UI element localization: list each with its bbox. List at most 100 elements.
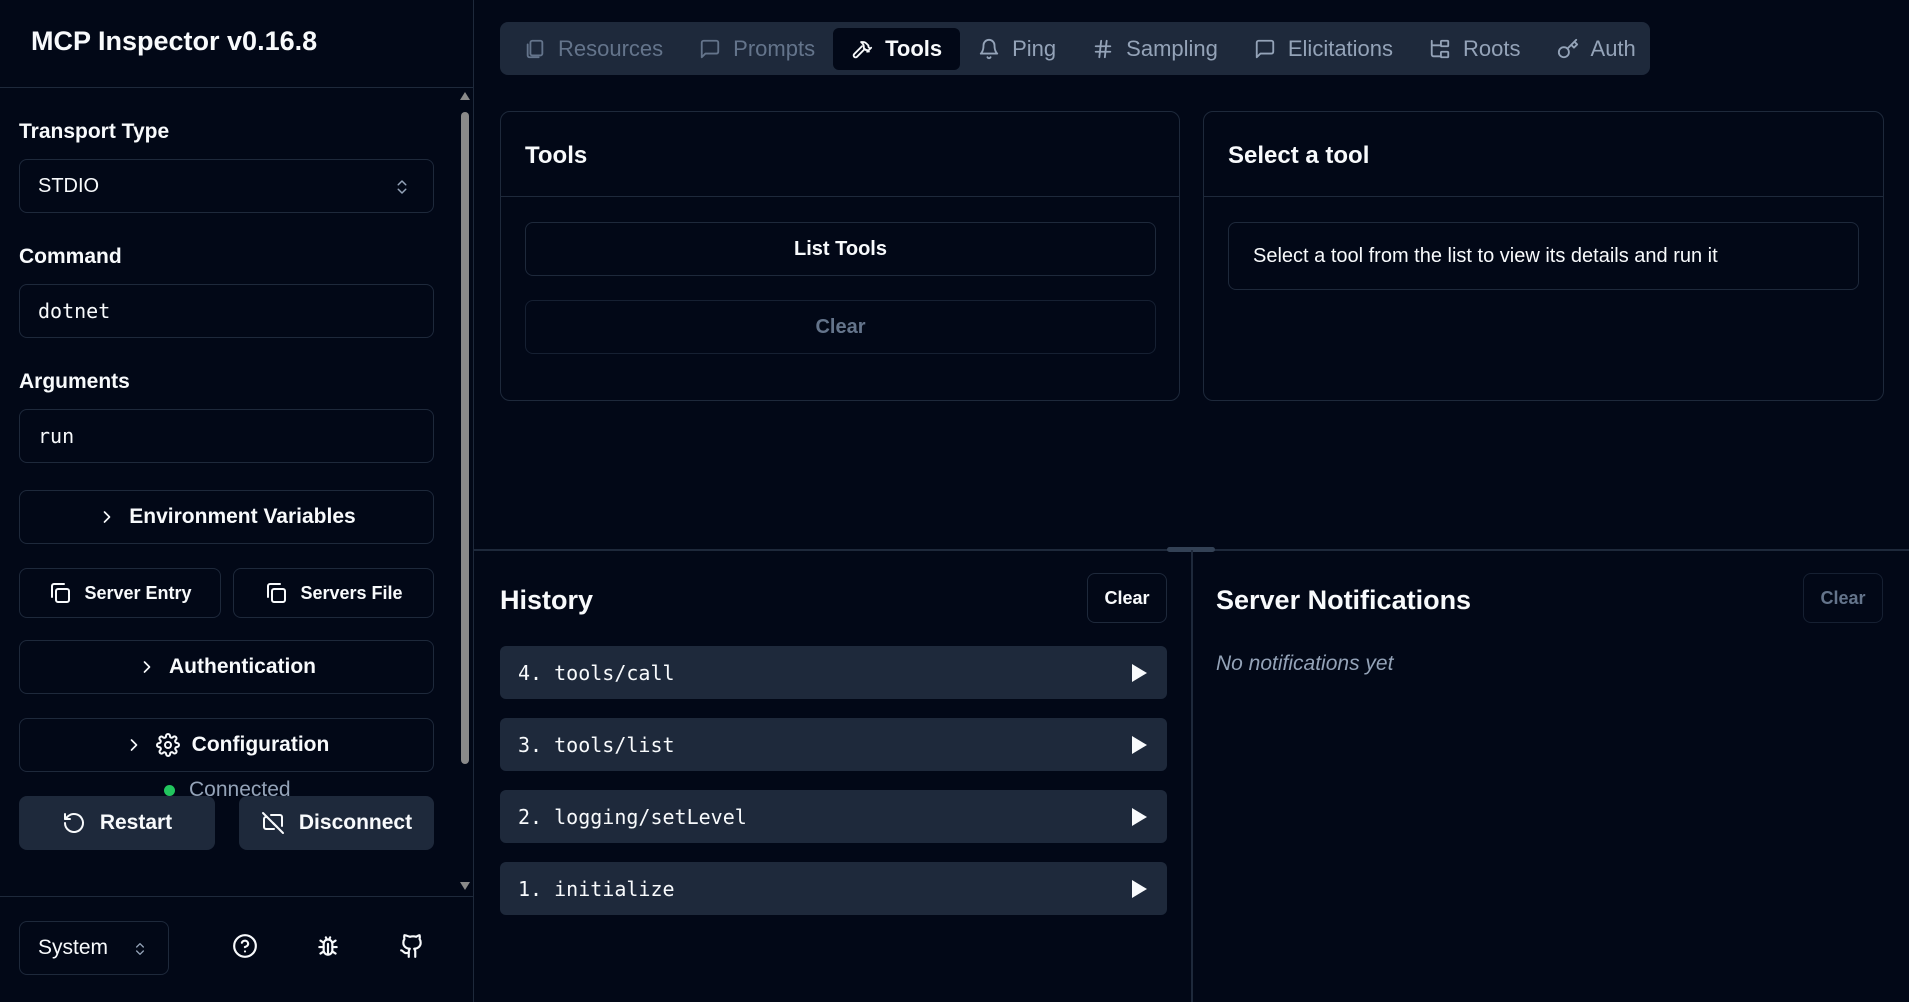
tab-sampling[interactable]: Sampling xyxy=(1074,28,1236,70)
servers-file-button[interactable]: Servers File xyxy=(233,568,434,618)
history-item-label: 3. tools/list xyxy=(518,732,675,757)
copy-icon xyxy=(48,581,72,605)
message-square-icon xyxy=(1254,38,1276,60)
history-item[interactable]: 2. logging/setLevel xyxy=(500,790,1167,843)
sidebar-header: MCP Inspector v0.16.8 xyxy=(0,0,473,88)
history-item-label: 2. logging/setLevel xyxy=(518,804,747,829)
disconnect-label: Disconnect xyxy=(298,811,413,834)
main-content: Resources Prompts Tools Ping Sampling El… xyxy=(474,0,1909,1002)
tab-elicitations[interactable]: Elicitations xyxy=(1236,28,1411,70)
files-icon xyxy=(524,38,546,60)
configuration-label: Configuration xyxy=(191,733,330,756)
sidebar-scroll-area: Transport Type STDIO Command dotnet Argu… xyxy=(0,88,474,896)
server-entry-button[interactable]: Server Entry xyxy=(19,568,221,618)
tools-panel-title: Tools xyxy=(525,142,588,169)
copy-icon xyxy=(264,581,288,605)
history-item[interactable]: 1. initialize xyxy=(500,862,1167,915)
chevron-right-icon xyxy=(137,657,157,677)
transport-type-select[interactable]: STDIO xyxy=(19,159,434,213)
tab-bar: Resources Prompts Tools Ping Sampling El… xyxy=(500,22,1650,75)
tab-tools-label: Tools xyxy=(885,35,943,61)
no-notifications-text: No notifications yet xyxy=(1216,652,1394,675)
sidebar-scrollbar[interactable] xyxy=(458,88,472,896)
sidebar-footer: System xyxy=(0,896,474,1002)
tab-resources-label: Resources xyxy=(558,35,664,61)
select-tool-alert: Select a tool from the list to view its … xyxy=(1228,222,1859,290)
tool-details-title: Select a tool xyxy=(1228,142,1370,169)
gear-icon xyxy=(155,733,180,757)
arguments-value: run xyxy=(38,424,75,448)
authentication-button[interactable]: Authentication xyxy=(19,640,434,694)
tab-roots-label: Roots xyxy=(1463,35,1521,61)
help-circle-icon[interactable] xyxy=(232,933,258,959)
server-entry-label: Server Entry xyxy=(84,582,192,603)
disconnect-button[interactable]: Disconnect xyxy=(239,796,434,850)
hash-icon xyxy=(1092,38,1114,60)
environment-variables-label: Environment Variables xyxy=(129,505,356,528)
bug-icon[interactable] xyxy=(315,933,341,959)
theme-select[interactable]: System xyxy=(19,921,169,975)
chevrons-up-down-icon xyxy=(393,176,411,198)
tab-prompts[interactable]: Prompts xyxy=(681,28,833,70)
tab-roots[interactable]: Roots xyxy=(1411,28,1538,70)
tab-resources[interactable]: Resources xyxy=(506,28,681,70)
tool-details-header: Select a tool xyxy=(1204,112,1883,197)
notifications-clear-button[interactable]: Clear xyxy=(1803,573,1883,623)
app-title: MCP Inspector v0.16.8 xyxy=(31,26,318,56)
history-item[interactable]: 3. tools/list xyxy=(500,718,1167,771)
configuration-button[interactable]: Configuration xyxy=(19,718,434,772)
tab-ping[interactable]: Ping xyxy=(960,28,1074,70)
scrollbar-thumb[interactable] xyxy=(461,112,469,764)
tools-clear-label: Clear xyxy=(815,315,866,338)
restart-button[interactable]: Restart xyxy=(19,796,215,850)
history-item[interactable]: 4. tools/call xyxy=(500,646,1167,699)
tool-details-panel: Select a tool Select a tool from the lis… xyxy=(1203,111,1884,401)
command-label: Command xyxy=(19,245,122,268)
tab-prompts-label: Prompts xyxy=(733,35,816,61)
tab-tools[interactable]: Tools xyxy=(833,27,961,70)
status-text: Connected xyxy=(189,778,291,801)
play-icon xyxy=(1132,880,1147,898)
connection-status: Connected xyxy=(164,778,291,802)
folder-tree-icon xyxy=(1429,38,1451,60)
scroll-down-arrow[interactable] xyxy=(460,882,470,890)
arguments-input[interactable]: run xyxy=(19,409,434,463)
history-clear-button[interactable]: Clear xyxy=(1087,573,1167,623)
authentication-label: Authentication xyxy=(169,655,316,678)
history-item-label: 1. initialize xyxy=(518,876,675,901)
list-tools-button[interactable]: List Tools xyxy=(525,222,1156,276)
history-item-label: 4. tools/call xyxy=(518,660,675,685)
scroll-up-arrow[interactable] xyxy=(460,92,470,100)
github-icon[interactable] xyxy=(399,933,425,959)
tools-panel: Tools List Tools Clear xyxy=(500,111,1180,401)
key-icon xyxy=(1557,38,1579,60)
select-tool-message: Select a tool from the list to view its … xyxy=(1253,244,1718,267)
tab-auth[interactable]: Auth xyxy=(1539,28,1654,70)
message-square-icon xyxy=(699,38,721,60)
theme-value: System xyxy=(38,936,109,959)
servers-file-label: Servers File xyxy=(300,582,403,603)
sidebar: MCP Inspector v0.16.8 Transport Type STD… xyxy=(0,0,474,1002)
command-input[interactable]: dotnet xyxy=(19,284,434,338)
list-tools-label: List Tools xyxy=(794,237,887,260)
command-value: dotnet xyxy=(38,299,111,323)
environment-variables-button[interactable]: Environment Variables xyxy=(19,490,434,544)
tools-panel-header: Tools xyxy=(501,112,1179,197)
tab-auth-label: Auth xyxy=(1590,35,1636,61)
play-icon xyxy=(1132,808,1147,826)
arguments-label: Arguments xyxy=(19,370,130,393)
transport-type-label: Transport Type xyxy=(19,120,170,143)
notifications-clear-label: Clear xyxy=(1820,587,1866,608)
chevrons-up-down-icon xyxy=(132,938,148,960)
unplug-icon xyxy=(261,811,285,835)
tab-elicitations-label: Elicitations xyxy=(1287,35,1394,61)
history-clear-label: Clear xyxy=(1104,587,1150,608)
chevron-right-icon xyxy=(97,507,117,527)
restart-label: Restart xyxy=(99,811,173,834)
chevron-right-icon xyxy=(124,735,144,755)
transport-type-value: STDIO xyxy=(38,174,100,197)
tab-ping-label: Ping xyxy=(1012,35,1057,61)
play-icon xyxy=(1132,736,1147,754)
bell-icon xyxy=(978,38,1000,60)
tools-clear-button[interactable]: Clear xyxy=(525,300,1156,354)
